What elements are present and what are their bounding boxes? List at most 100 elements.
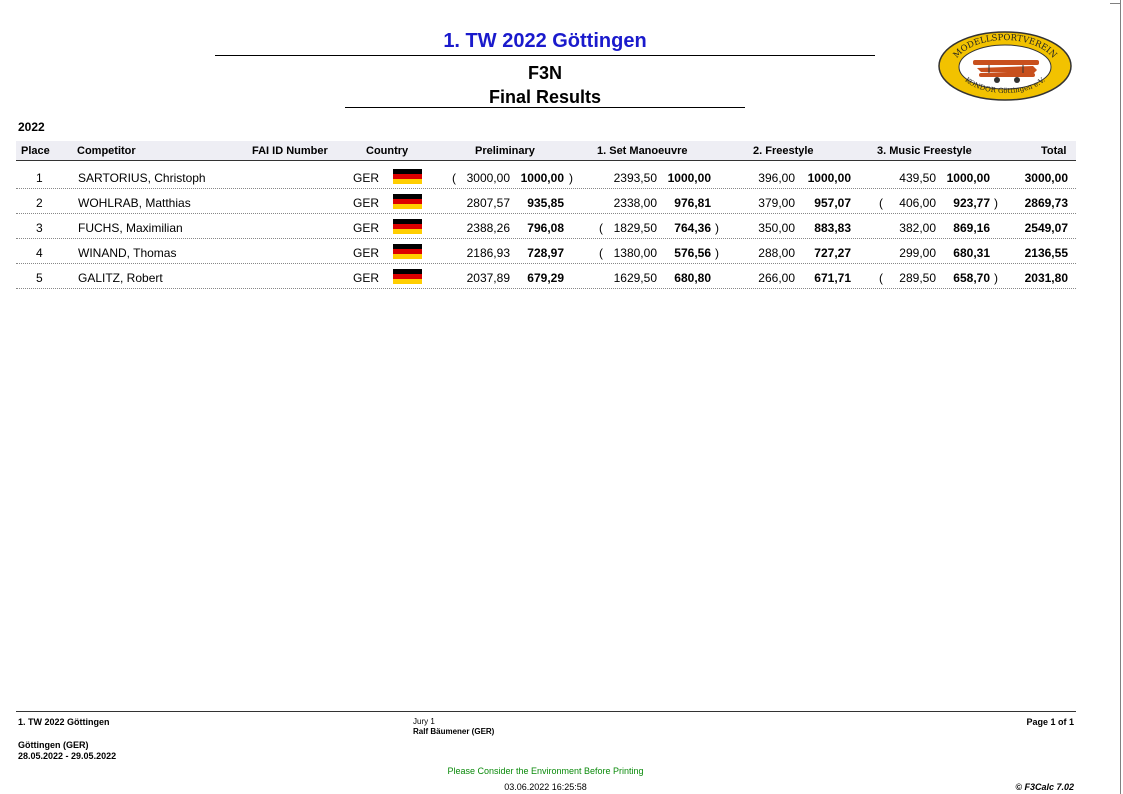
dropped-score-open-paren: ( xyxy=(599,221,603,235)
country-code-cell: GER xyxy=(353,221,380,235)
col-place: Place xyxy=(21,145,50,157)
col-set-manoeuvre: 1. Set Manoeuvre xyxy=(597,145,688,157)
preliminary-raw-score: 2807,57 xyxy=(466,196,510,210)
music-freestyle-normalized-score: 680,31 xyxy=(953,246,990,260)
dropped-score-close-paren: ) xyxy=(569,171,573,185)
col-fai-id: FAI ID Number xyxy=(252,145,328,157)
dropped-score-open-paren: ( xyxy=(599,246,603,260)
germany-flag-icon xyxy=(393,244,422,259)
table-row: 3 FUCHS, Maximilian GER 2388,26 796,08 (1829,… xyxy=(16,214,1076,239)
total-score-cell: 2869,73 xyxy=(1024,196,1068,210)
dropped-score-close-paren: ) xyxy=(994,196,998,210)
music-freestyle-raw-score: 289,50 xyxy=(899,271,936,285)
results-table-header: Place Competitor FAI ID Number Country P… xyxy=(16,141,1076,161)
dropped-score-open-paren: ( xyxy=(879,271,883,285)
set-manoeuvre-normalized-score: 576,56 xyxy=(674,246,711,260)
footer-environment-notice: Please Consider the Environment Before P… xyxy=(447,766,644,776)
preliminary-normalized-score: 935,85 xyxy=(527,196,564,210)
results-subtitle: Final Results xyxy=(488,87,602,107)
table-row: 4 WINAND, Thomas GER 2186,93 728,97 (1380,00 5… xyxy=(16,239,1076,264)
set-manoeuvre-raw-score: 1829,50 xyxy=(613,221,657,235)
freestyle-normalized-score: 727,27 xyxy=(814,246,851,260)
col-freestyle: 2. Freestyle xyxy=(753,145,814,157)
country-code-cell: GER xyxy=(353,196,380,210)
music-freestyle-normalized-score: 923,77 xyxy=(953,196,990,210)
footer-page-number: Page 1 of 1 xyxy=(1026,717,1074,727)
preliminary-raw-score: 2388,26 xyxy=(466,221,510,235)
freestyle-raw-score: 266,00 xyxy=(758,271,795,285)
place-cell: 2 xyxy=(36,196,43,210)
set-manoeuvre-raw-score: 1629,50 xyxy=(613,271,657,285)
music-freestyle-normalized-score: 658,70 xyxy=(953,271,990,285)
competitor-cell: WINAND, Thomas xyxy=(78,246,177,260)
set-manoeuvre-normalized-score: 680,80 xyxy=(674,271,711,285)
table-row: 2 WOHLRAB, Matthias GER 2807,57 935,85 2338,0… xyxy=(16,189,1076,214)
country-code-cell: GER xyxy=(353,171,380,185)
event-title: 1. TW 2022 Göttingen xyxy=(443,30,647,52)
freestyle-normalized-score: 1000,00 xyxy=(807,171,851,185)
set-manoeuvre-raw-score: 2393,50 xyxy=(613,171,657,185)
competitor-cell: WOHLRAB, Matthias xyxy=(78,196,191,210)
set-manoeuvre-raw-score: 1380,00 xyxy=(613,246,657,260)
footer-event: 1. TW 2022 Göttingen xyxy=(18,717,110,727)
total-score-cell: 2136,55 xyxy=(1024,246,1068,260)
total-score-cell: 2549,07 xyxy=(1024,221,1068,235)
col-total: Total xyxy=(1041,145,1067,157)
set-manoeuvre-raw-score: 2338,00 xyxy=(613,196,657,210)
germany-flag-icon xyxy=(393,269,422,284)
freestyle-normalized-score: 883,83 xyxy=(814,221,851,235)
set-manoeuvre-normalized-score: 764,36 xyxy=(674,221,711,235)
col-country: Country xyxy=(366,145,409,157)
place-cell: 3 xyxy=(36,221,43,235)
preliminary-normalized-score: 679,29 xyxy=(527,271,564,285)
preliminary-normalized-score: 728,97 xyxy=(527,246,564,260)
subtitle-underline xyxy=(345,107,745,108)
page-border-right xyxy=(1120,0,1121,794)
col-competitor: Competitor xyxy=(77,145,136,157)
page-border-top xyxy=(1110,3,1120,4)
table-row: 1 SARTORIUS, Christoph GER (3000,00 1000,00)… xyxy=(16,164,1076,189)
competitor-cell: FUCHS, Maximilian xyxy=(78,221,183,235)
col-music-freestyle: 3. Music Freestyle xyxy=(877,145,972,157)
footer-jury-name: Ralf Bäumener (GER) xyxy=(413,727,495,736)
total-score-cell: 2031,80 xyxy=(1024,271,1068,285)
place-cell: 1 xyxy=(36,171,43,185)
music-freestyle-raw-score: 299,00 xyxy=(899,246,936,260)
freestyle-raw-score: 396,00 xyxy=(758,171,795,185)
footer-software: © F3Calc 7.02 xyxy=(1015,782,1074,792)
music-freestyle-normalized-score: 869,16 xyxy=(953,221,990,235)
footer-jury-title: Jury 1 xyxy=(413,717,435,726)
footer-rule xyxy=(16,711,1076,712)
class-name: F3N xyxy=(527,63,562,83)
season-year: 2022 xyxy=(18,120,45,134)
preliminary-raw-score: 3000,00 xyxy=(466,171,510,185)
freestyle-raw-score: 379,00 xyxy=(758,196,795,210)
music-freestyle-raw-score: 439,50 xyxy=(899,171,936,185)
preliminary-normalized-score: 796,08 xyxy=(527,221,564,235)
country-code-cell: GER xyxy=(353,246,380,260)
set-manoeuvre-normalized-score: 976,81 xyxy=(674,196,711,210)
germany-flag-icon xyxy=(393,219,422,234)
country-code-cell: GER xyxy=(353,271,380,285)
music-freestyle-normalized-score: 1000,00 xyxy=(946,171,990,185)
preliminary-raw-score: 2186,93 xyxy=(466,246,510,260)
dropped-score-open-paren: ( xyxy=(452,171,456,185)
col-preliminary: Preliminary xyxy=(475,145,535,157)
germany-flag-icon xyxy=(393,194,422,209)
competitor-cell: GALITZ, Robert xyxy=(78,271,163,285)
club-logo: MODELLSPORTVEREIN KONDOR Göttingen e.V. xyxy=(938,31,1072,101)
dropped-score-close-paren: ) xyxy=(715,246,719,260)
set-manoeuvre-normalized-score: 1000,00 xyxy=(667,171,711,185)
freestyle-normalized-score: 957,07 xyxy=(814,196,851,210)
freestyle-normalized-score: 671,71 xyxy=(814,271,851,285)
preliminary-raw-score: 2037,89 xyxy=(466,271,510,285)
place-cell: 4 xyxy=(36,246,43,260)
music-freestyle-raw-score: 382,00 xyxy=(899,221,936,235)
table-row: 5 GALITZ, Robert GER 2037,89 679,29 1629,50 68… xyxy=(16,264,1076,289)
freestyle-raw-score: 288,00 xyxy=(758,246,795,260)
music-freestyle-raw-score: 406,00 xyxy=(899,196,936,210)
competitor-cell: SARTORIUS, Christoph xyxy=(78,171,206,185)
germany-flag-icon xyxy=(393,169,422,184)
dropped-score-close-paren: ) xyxy=(994,271,998,285)
preliminary-normalized-score: 1000,00 xyxy=(520,171,564,185)
